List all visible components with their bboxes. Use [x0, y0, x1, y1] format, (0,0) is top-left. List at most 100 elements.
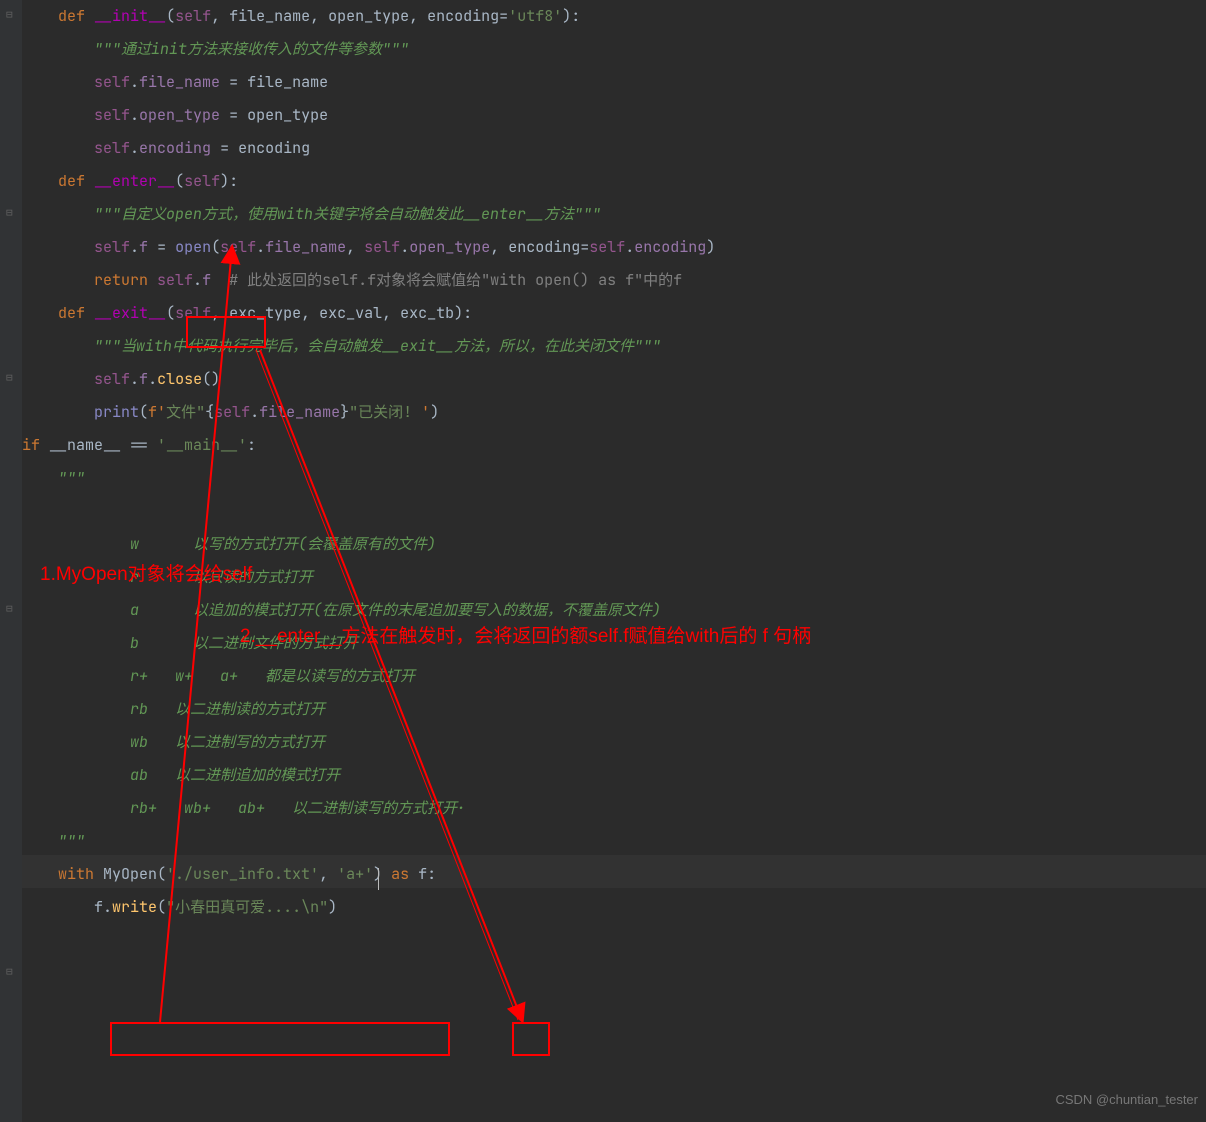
token-self: self [184, 171, 220, 191]
code-line[interactable]: self.open_type = open_type [22, 99, 715, 132]
fold-icon[interactable]: ⊟ [6, 10, 16, 20]
token-op: () [202, 369, 220, 389]
token-op: f: [418, 864, 436, 884]
code-line[interactable]: rb+ wb+ ab+ 以二进制读写的方式打开· [22, 792, 715, 825]
token-attr: open_type [139, 105, 220, 125]
token-doc: """自定义open方式，使用with关键字将会自动触发此__enter__方法… [94, 204, 601, 224]
code-line[interactable]: if __name__ == '__main__': [22, 429, 715, 462]
token-op: = open_type [220, 105, 328, 125]
fold-icon[interactable]: ⊟ [6, 604, 16, 614]
token-str: 'a+' [337, 864, 373, 884]
token-attr: file_name [265, 237, 346, 257]
code-line[interactable]: """ [22, 825, 715, 858]
token-op: . [256, 237, 265, 257]
code-line[interactable]: """ [22, 462, 715, 495]
fold-icon[interactable]: ⊟ [6, 208, 16, 218]
token-op: . [148, 369, 157, 389]
code-line[interactable]: self.f = open(self.file_name, self.open_… [22, 231, 715, 264]
code-editor[interactable]: def __init__(self, file_name, open_type,… [22, 0, 715, 924]
token-str: './user_info.txt' [166, 864, 319, 884]
token-kw: return [94, 270, 157, 290]
token-attr: file_name [259, 402, 340, 422]
annotation-2: 2.__enter__方法在触发时，会将返回的额self.f赋值给with后的 … [240, 620, 811, 653]
token-op: ) [328, 897, 337, 917]
highlight-box-return [186, 316, 266, 348]
fold-icon[interactable]: ⊟ [6, 373, 16, 383]
code-line[interactable]: self.encoding = encoding [22, 132, 715, 165]
token-op: ): [220, 171, 238, 191]
token-self: self [94, 105, 130, 125]
token-op: , [319, 864, 337, 884]
token-op: ( [139, 402, 148, 422]
token-str: "已关闭! [349, 402, 421, 422]
token-kw: def [58, 171, 94, 191]
token-op: = encoding [211, 138, 310, 158]
token-func: close [157, 369, 202, 389]
token-attr: file_name [139, 72, 220, 92]
code-line[interactable]: """自定义open方式，使用with关键字将会自动触发此__enter__方法… [22, 198, 715, 231]
token-kw: as [391, 864, 418, 884]
code-line[interactable]: f.write("小春田真可爱....\n") [22, 891, 715, 924]
token-op: ( [166, 303, 175, 323]
token-self: self [175, 6, 211, 26]
code-line[interactable]: self.f.close() [22, 363, 715, 396]
token-str: 'utf8' [508, 6, 562, 26]
token-op [211, 270, 229, 290]
token-kw: if [22, 435, 49, 455]
token-self: self [94, 369, 130, 389]
token-self: self [589, 237, 625, 257]
token-comment: # 此处返回的self.f对象将会赋值给"with open() as f"中的… [229, 270, 682, 290]
token-op: ( [166, 6, 175, 26]
token-op: . [625, 237, 634, 257]
code-line[interactable]: def __exit__(self, exc_type, exc_val, ex… [22, 297, 715, 330]
code-line[interactable]: """当with中代码执行完毕后，会自动触发__exit__方法，所以，在此关闭… [22, 330, 715, 363]
token-op: { [205, 402, 214, 422]
token-attr: f [139, 237, 148, 257]
token-attr: f [139, 369, 148, 389]
code-line[interactable]: return self.f # 此处返回的self.f对象将会赋值给"with … [22, 264, 715, 297]
token-doc: r+ w+ a+ 都是以读写的方式打开 [130, 666, 415, 686]
token-magic: __init__ [94, 6, 166, 26]
code-line[interactable]: def __enter__(self): [22, 165, 715, 198]
token-magic: __exit__ [94, 303, 166, 323]
token-op: = file_name [220, 72, 328, 92]
token-op: ( [175, 171, 184, 191]
token-op: , [490, 237, 508, 257]
text-caret [378, 862, 379, 895]
annotation-1: 1.MyOpen对象将会给self [40, 558, 252, 591]
token-param: encoding [508, 237, 580, 257]
code-line[interactable]: def __init__(self, file_name, open_type,… [22, 0, 715, 33]
token-op: ( [211, 237, 220, 257]
token-op: __name__ == [49, 435, 157, 455]
code-line[interactable]: r+ w+ a+ 都是以读写的方式打开 [22, 660, 715, 693]
token-doc: a 以追加的模式打开(在原文件的末尾追加要写入的数据，不覆盖原文件) [130, 600, 661, 620]
token-doc: rb+ wb+ ab+ 以二进制读写的方式打开· [130, 798, 466, 818]
token-attr: encoding [139, 138, 211, 158]
code-line[interactable]: """通过init方法来接收传入的文件等参数""" [22, 33, 715, 66]
code-line[interactable]: rb 以二进制读的方式打开 [22, 693, 715, 726]
token-op: , [346, 237, 364, 257]
code-line[interactable]: print(f'文件"{self.file_name}"已关闭! ') [22, 396, 715, 429]
token-op: . [130, 138, 139, 158]
code-line[interactable]: w 以写的方式打开(会覆盖原有的文件) [22, 528, 715, 561]
token-doc: """通过init方法来接收传入的文件等参数""" [94, 39, 409, 59]
code-line[interactable]: ab 以二进制追加的模式打开 [22, 759, 715, 792]
token-op: ): [562, 6, 580, 26]
token-kw: def [58, 303, 94, 323]
token-self: self [157, 270, 193, 290]
code-line[interactable]: self.file_name = file_name [22, 66, 715, 99]
token-op: . [130, 72, 139, 92]
token-self: self [364, 237, 400, 257]
token-strE: ' [421, 402, 430, 422]
code-line[interactable] [22, 495, 715, 528]
code-line[interactable]: with MyOpen('./user_info.txt', 'a+') as … [22, 858, 715, 891]
token-op: = [580, 237, 589, 257]
code-line[interactable]: wb 以二进制写的方式打开 [22, 726, 715, 759]
token-self: self [220, 237, 256, 257]
token-param: exc_tb [400, 303, 454, 323]
fold-icon[interactable]: ⊟ [6, 967, 16, 977]
watermark: CSDN @chuntian_tester [1055, 1083, 1198, 1116]
token-op: . [130, 369, 139, 389]
token-op: = [148, 237, 175, 257]
token-param: file_name [229, 6, 310, 26]
